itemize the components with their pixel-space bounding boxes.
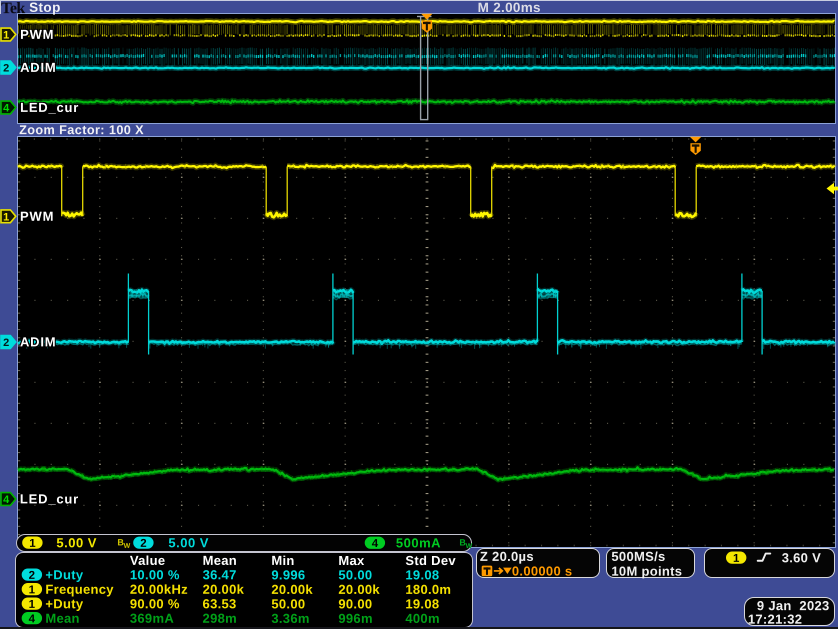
svg-text:1: 1 [29,538,36,550]
svg-text:4: 4 [29,613,36,625]
svg-text:50.00: 50.00 [338,567,372,582]
svg-text:400m: 400m [405,611,439,626]
svg-text:63.53: 63.53 [203,596,237,611]
svg-text:1: 1 [733,553,740,565]
svg-text:Zoom Factor: 100 X: Zoom Factor: 100 X [19,123,144,137]
svg-text:Std Dev: Std Dev [405,553,456,568]
svg-text:20.00k: 20.00k [338,582,380,597]
svg-text:50.00: 50.00 [271,596,305,611]
svg-text:500mA: 500mA [396,535,441,550]
svg-text:9.996: 9.996 [271,567,305,582]
svg-text:17:21:32: 17:21:32 [748,612,802,627]
svg-text:10M points: 10M points [611,564,682,579]
svg-text:19.08: 19.08 [405,567,439,582]
svg-text:90.00: 90.00 [338,596,372,611]
svg-text:Value: Value [130,553,165,568]
svg-text:20.00kHz: 20.00kHz [130,582,188,597]
svg-text:996m: 996m [338,611,372,626]
svg-text:298m: 298m [203,611,237,626]
svg-text:Stop: Stop [29,0,61,15]
svg-text:ADIM: ADIM [20,60,56,75]
svg-text:LED_cur: LED_cur [20,100,79,115]
svg-text:Mean: Mean [203,553,237,568]
svg-text:+Duty: +Duty [45,596,83,611]
svg-text:Tek: Tek [1,0,25,17]
svg-text:ADIM: ADIM [20,334,56,349]
svg-text:369mA: 369mA [130,611,174,626]
svg-text:Min: Min [271,553,294,568]
svg-text:Max: Max [338,553,365,568]
svg-text:LED_cur: LED_cur [20,491,79,506]
svg-text:3.60 V: 3.60 V [782,550,821,565]
svg-text:W: W [466,543,473,550]
svg-text:3.36m: 3.36m [271,611,309,626]
svg-text:1: 1 [29,599,36,611]
svg-text:+Duty: +Duty [45,567,83,582]
svg-text:19.08: 19.08 [405,596,439,611]
svg-text:2: 2 [140,538,146,550]
svg-text:180.0m: 180.0m [405,582,451,597]
svg-text:36.47: 36.47 [203,567,237,582]
svg-text:Mean: Mean [45,611,79,626]
svg-text:1: 1 [29,584,36,596]
svg-text:4: 4 [372,538,379,550]
svg-text:5.00 V: 5.00 V [56,535,97,550]
svg-text:W: W [124,543,131,550]
svg-text:20.00k: 20.00k [271,582,313,597]
svg-text:Z 20.0µs: Z 20.0µs [480,549,534,564]
svg-text:2: 2 [29,570,35,582]
svg-text:10.00 %: 10.00 % [130,567,180,582]
svg-text:0.00000 s: 0.00000 s [512,564,573,579]
svg-text:90.00 %: 90.00 % [130,596,180,611]
svg-text:500MS/s: 500MS/s [611,549,665,564]
svg-text:PWM: PWM [20,27,54,42]
svg-text:M 2.00ms: M 2.00ms [478,0,541,15]
svg-text:5.00 V: 5.00 V [168,535,209,550]
svg-text:20.00k: 20.00k [203,582,245,597]
svg-text:PWM: PWM [20,209,54,224]
svg-text:Frequency: Frequency [45,582,114,597]
